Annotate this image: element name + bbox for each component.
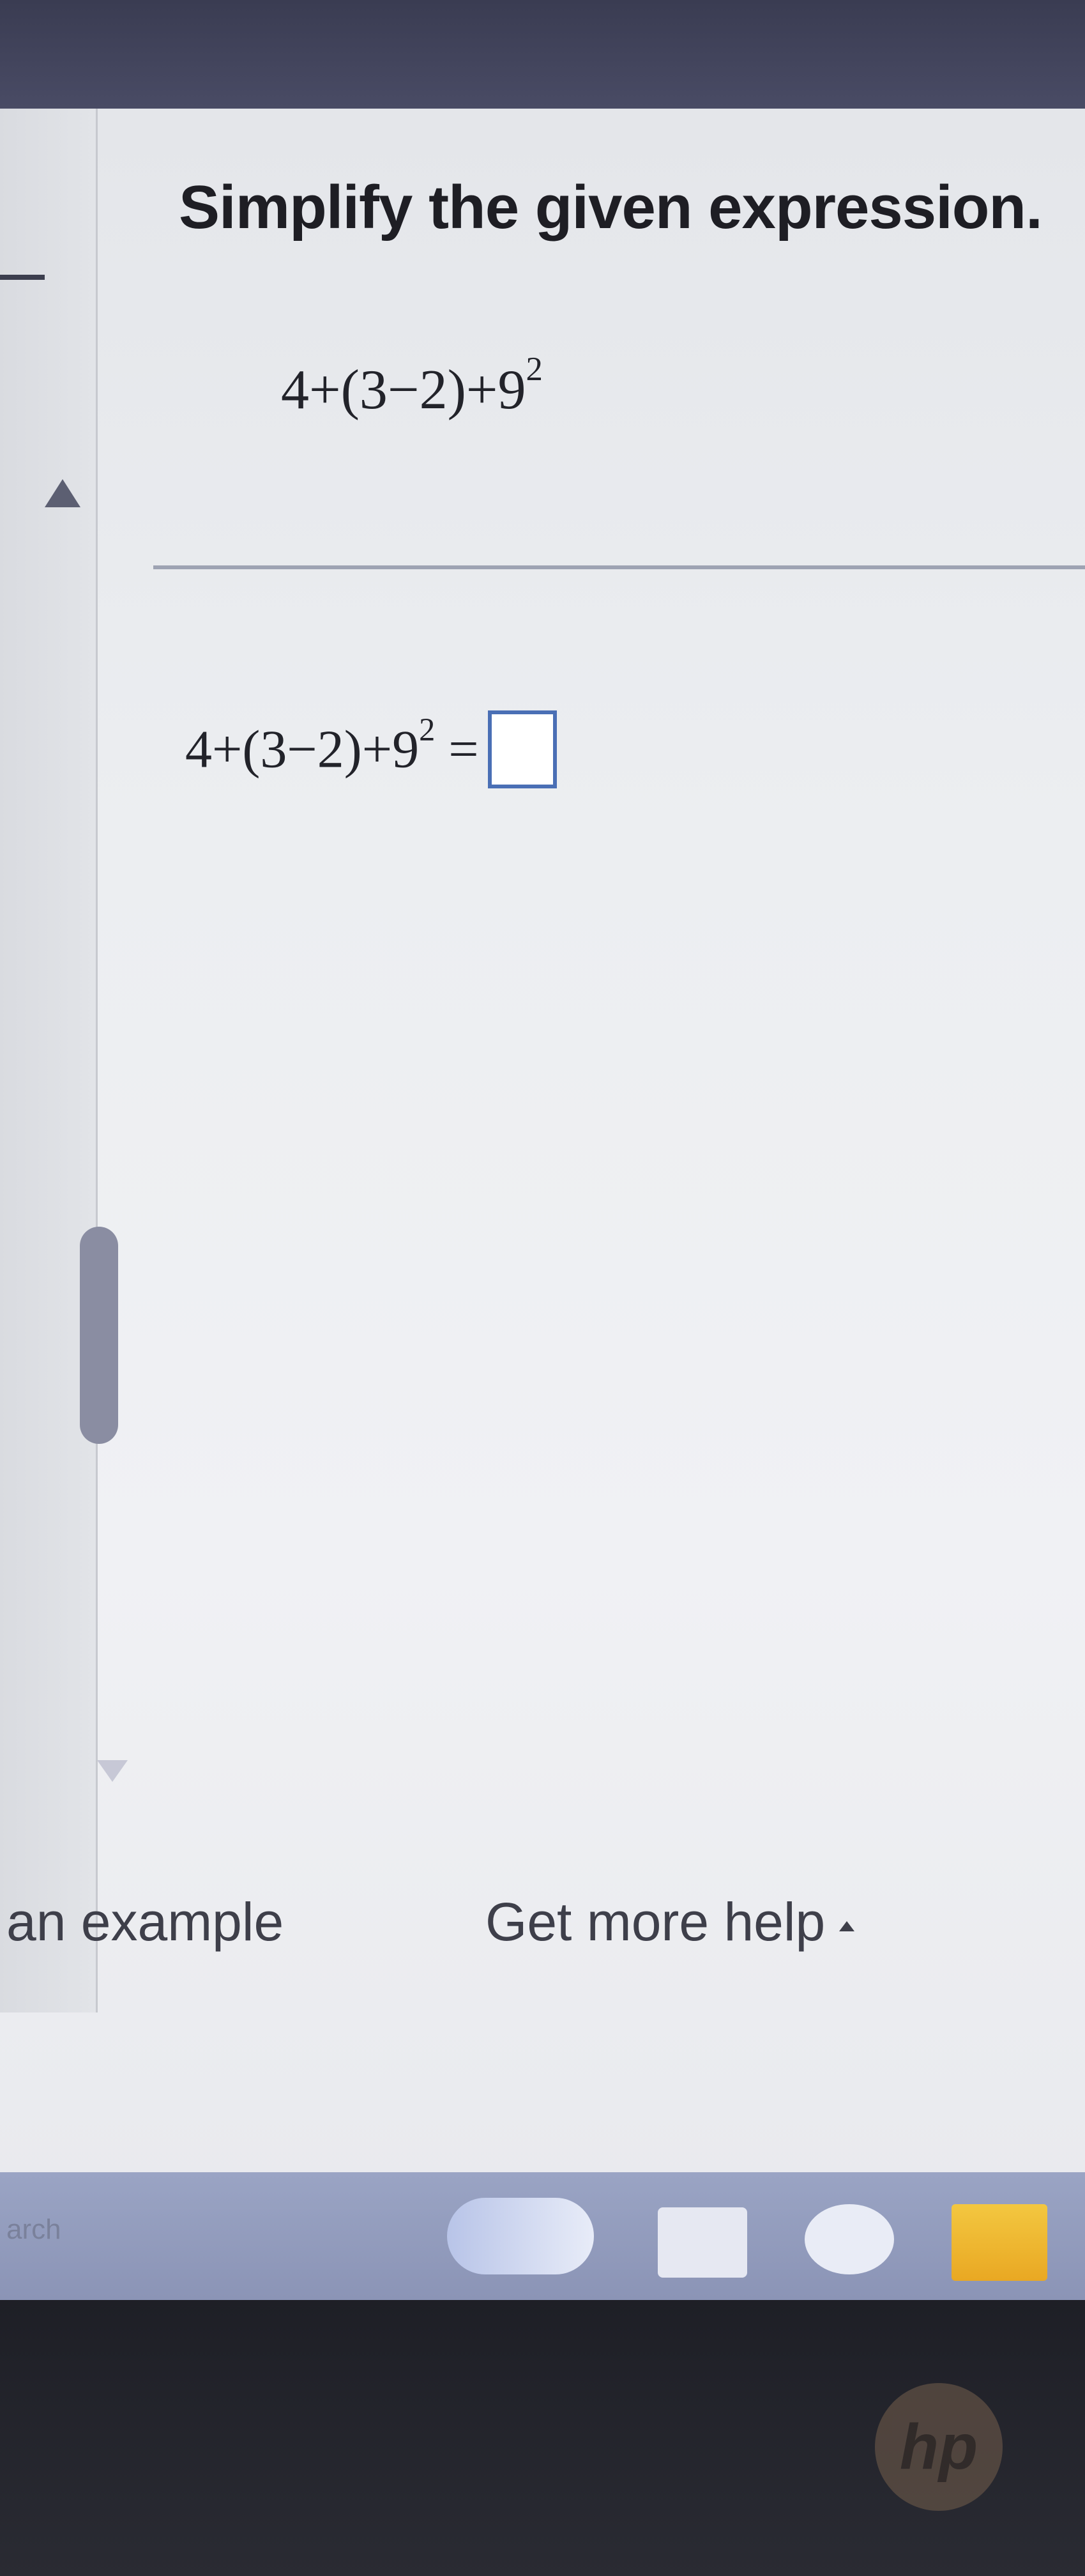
expression-exponent: 2 [526, 351, 543, 388]
file-explorer-icon[interactable] [952, 2204, 1047, 2281]
view-example-label: an example [6, 1892, 284, 1952]
rail-marker [0, 275, 45, 280]
top-bezel [0, 0, 1085, 115]
answer-lhs-exponent: 2 [419, 711, 436, 747]
answer-line: 4+(3−2)+92 = [185, 710, 557, 793]
hp-logo-icon: hp [875, 2383, 1003, 2511]
widget-icon[interactable] [447, 2198, 594, 2274]
scroll-down-arrow-icon[interactable] [97, 1760, 128, 1782]
answer-input[interactable] [487, 710, 557, 788]
divider [153, 565, 1085, 569]
screen: Simplify the given expression. 4+(3−2)+9… [0, 0, 1085, 2576]
expression-base: 4+(3−2)+9 [281, 359, 526, 421]
get-more-help-label: Get more help [485, 1892, 826, 1952]
taskbar-search[interactable]: arch [6, 2214, 61, 2246]
chat-icon[interactable] [805, 2204, 894, 2274]
answer-lhs-base: 4+(3−2)+9 [185, 719, 420, 779]
question-instruction: Simplify the given expression. [179, 173, 1043, 241]
scroll-up-arrow-icon[interactable] [45, 479, 80, 507]
caret-up-icon [839, 1920, 855, 1931]
task-view-icon[interactable] [658, 2207, 747, 2278]
scrollbar-thumb[interactable] [80, 1227, 118, 1444]
given-expression: 4+(3−2)+92 [281, 351, 543, 422]
equals-sign: = [448, 719, 479, 779]
get-more-help-button[interactable]: Get more help [485, 1891, 855, 1953]
left-rail [0, 109, 98, 2012]
view-example-link[interactable]: an example [6, 1891, 284, 1953]
